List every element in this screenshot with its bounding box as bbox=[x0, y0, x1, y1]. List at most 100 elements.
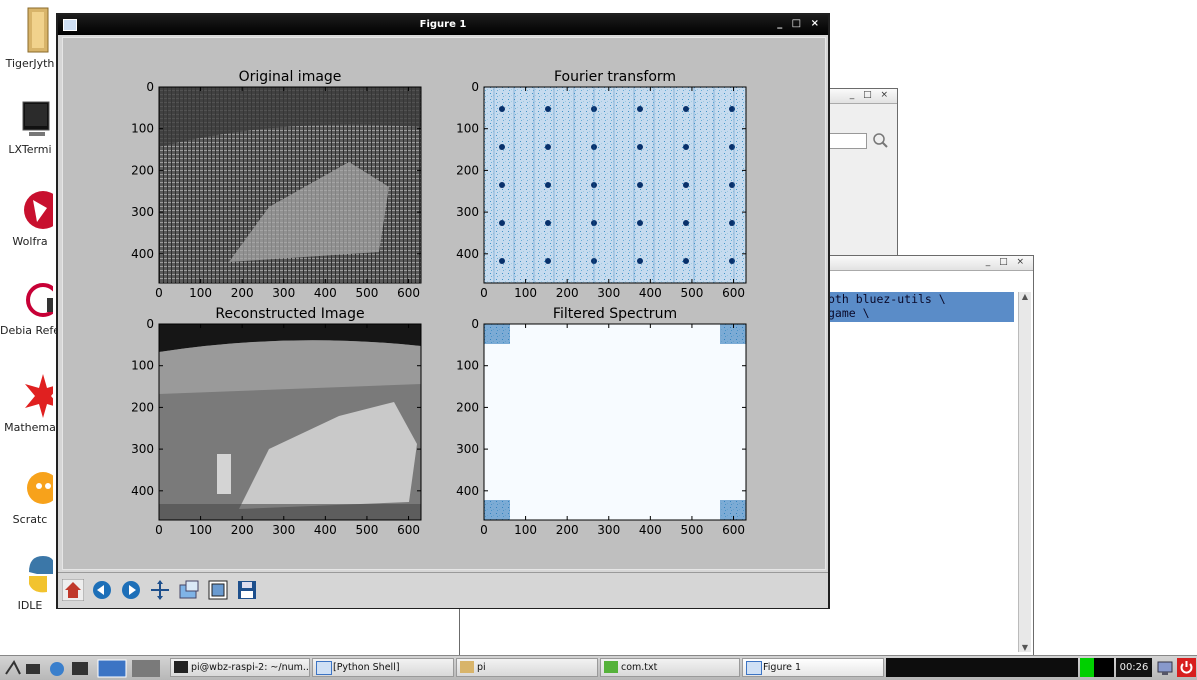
desktop-icon-label: Mathema bbox=[4, 421, 56, 434]
x-tick-label: 300 bbox=[597, 523, 620, 537]
back-button[interactable] bbox=[91, 579, 113, 601]
fourier-peak bbox=[499, 182, 505, 188]
subplot-4: Filtered Spectrum 0 100 200 300 400 500 600 0 100… bbox=[456, 306, 747, 537]
scroll-down-arrow-icon[interactable]: ▼ bbox=[1019, 643, 1031, 652]
y-tick-label: 100 bbox=[131, 122, 154, 136]
taskbar-item-figure[interactable]: Figure 1 bbox=[742, 658, 884, 677]
search-icon[interactable] bbox=[871, 131, 889, 149]
taskbar-item-label: [Python Shell] bbox=[333, 662, 400, 673]
x-tick-label: 400 bbox=[314, 286, 337, 300]
desktop-icon-tigerjython[interactable]: TigerJyth bbox=[0, 6, 60, 70]
save-button[interactable] bbox=[236, 579, 258, 601]
fourier-peak bbox=[683, 258, 689, 264]
window-controls[interactable]: _ □ × bbox=[850, 90, 891, 100]
subplot-title: Original image bbox=[239, 69, 342, 85]
fourier-peak bbox=[545, 258, 551, 264]
subplot-2: Fourier transform 0 100 200 300 400 500 600 0 100… bbox=[456, 69, 747, 300]
y-tick-label: 0 bbox=[146, 317, 154, 331]
taskbar-item-python-shell[interactable]: [Python Shell] bbox=[312, 658, 454, 677]
x-tick-label: 600 bbox=[397, 523, 420, 537]
x-tick-label: 600 bbox=[722, 286, 745, 300]
fourier-peak bbox=[683, 106, 689, 112]
taskbar-item-terminal[interactable]: pi@wbz-raspi-2: ~/num... bbox=[170, 658, 310, 677]
x-tick-label: 200 bbox=[556, 523, 579, 537]
x-tick-label: 500 bbox=[680, 523, 703, 537]
y-tick-label: 300 bbox=[131, 205, 154, 219]
x-tick-label: 100 bbox=[189, 286, 212, 300]
y-tick-label: 300 bbox=[456, 442, 479, 456]
fourier-peak bbox=[499, 258, 505, 264]
cpu-monitor[interactable] bbox=[1080, 658, 1114, 677]
folder-icon bbox=[460, 661, 474, 673]
desktop-icon-scratch[interactable]: Scratc bbox=[0, 466, 60, 526]
taskbar-item-folder[interactable]: pi bbox=[456, 658, 598, 677]
terminal-icon bbox=[174, 661, 188, 673]
scrollbar[interactable]: ▲ ▼ bbox=[1018, 292, 1031, 652]
desktop-icon-mathematica[interactable]: Mathema bbox=[0, 372, 61, 434]
scroll-up-arrow-icon[interactable]: ▲ bbox=[1019, 292, 1031, 301]
launcher-icons[interactable] bbox=[2, 658, 162, 678]
subplots-button[interactable] bbox=[207, 579, 229, 601]
figure-canvas[interactable]: Original image 0 100 200 300 400 500 600 0 100 200… bbox=[62, 37, 826, 570]
fourier-peak bbox=[545, 220, 551, 226]
fourier-peak bbox=[499, 144, 505, 150]
y-tick-label: 0 bbox=[471, 317, 479, 331]
zoom-button[interactable] bbox=[178, 579, 200, 601]
taskbar-item-label: Figure 1 bbox=[763, 662, 802, 673]
x-tick-label: 0 bbox=[480, 523, 488, 537]
background-window-search[interactable]: _ □ × bbox=[826, 88, 898, 260]
subplot-title: Reconstructed Image bbox=[215, 306, 364, 322]
window-icon bbox=[316, 661, 332, 675]
search-input[interactable] bbox=[827, 133, 867, 149]
x-tick-label: 100 bbox=[514, 523, 537, 537]
desktop-icon-idle[interactable]: IDLE bbox=[0, 552, 60, 612]
filtered-corner-shade bbox=[484, 500, 510, 520]
clock[interactable]: 00:26 bbox=[1116, 658, 1152, 677]
code-line: game \ bbox=[828, 306, 870, 320]
pan-button[interactable] bbox=[149, 579, 171, 601]
y-tick-label: 200 bbox=[131, 400, 154, 414]
y-tick-label: 400 bbox=[456, 484, 479, 498]
x-tick-label: 100 bbox=[514, 286, 537, 300]
y-tick-label: 100 bbox=[131, 359, 154, 373]
x-tick-label: 600 bbox=[397, 286, 420, 300]
window-titlebar[interactable]: _ □ × bbox=[827, 89, 897, 104]
image-astronaut bbox=[217, 454, 231, 494]
window-controls[interactable]: _ □ × bbox=[986, 257, 1027, 267]
window-controls[interactable]: _ □ × bbox=[777, 18, 822, 29]
forward-button[interactable] bbox=[120, 579, 142, 601]
x-tick-label: 100 bbox=[189, 523, 212, 537]
desktop-icon-label: TigerJyth bbox=[5, 57, 55, 70]
fourier-peak bbox=[637, 106, 643, 112]
taskbar-item-label: pi bbox=[477, 662, 486, 673]
code-area[interactable]: oth bluez-utils \ game \ bbox=[828, 292, 1014, 322]
power-icon[interactable] bbox=[1177, 658, 1196, 677]
x-tick-label: 0 bbox=[155, 523, 163, 537]
fourier-peak bbox=[683, 220, 689, 226]
home-button[interactable] bbox=[61, 578, 85, 602]
monitor-icon bbox=[22, 101, 50, 136]
image-fourier bbox=[484, 87, 746, 283]
subplots-icon bbox=[208, 580, 228, 600]
taskbar-item-label: com.txt bbox=[621, 662, 658, 673]
fourier-peak bbox=[499, 220, 505, 226]
move-icon bbox=[151, 580, 169, 600]
debian-icon bbox=[26, 283, 60, 317]
desktop-icon-label: Wolfra bbox=[12, 235, 48, 248]
x-tick-label: 300 bbox=[272, 523, 295, 537]
x-tick-label: 0 bbox=[155, 286, 163, 300]
taskbar-item-com-txt[interactable]: com.txt bbox=[600, 658, 740, 677]
desktop-icon-debian-reference[interactable]: Debia Referen bbox=[0, 282, 60, 337]
y-tick-label: 200 bbox=[131, 163, 154, 177]
window-titlebar[interactable]: Figure 1 _ □ × bbox=[58, 15, 828, 35]
desktop-icon-lxterminal[interactable]: LXTermi bbox=[0, 100, 60, 156]
filtered-corner-shade bbox=[484, 324, 510, 344]
y-tick-label: 0 bbox=[471, 80, 479, 94]
home-icon bbox=[61, 578, 85, 602]
y-tick-label: 100 bbox=[456, 359, 479, 373]
lock-screen-icon[interactable] bbox=[1156, 659, 1174, 677]
x-tick-label: 400 bbox=[314, 523, 337, 537]
x-tick-label: 300 bbox=[272, 286, 295, 300]
figure-window[interactable]: Figure 1 _ □ × Original image 0 100 200 300 4… bbox=[56, 13, 830, 609]
desktop-icon-wolfram[interactable]: Wolfra bbox=[0, 188, 62, 248]
